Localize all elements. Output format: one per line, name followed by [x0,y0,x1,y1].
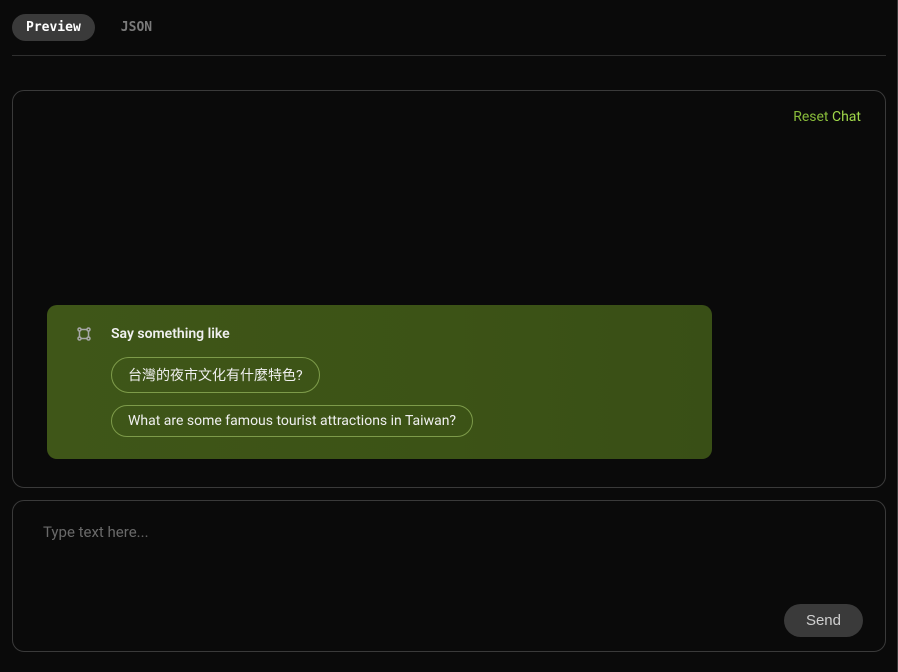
suggestion-title: Say something like [111,326,230,342]
reset-label-part2: Chat [832,109,861,125]
reset-label-part1: Reset [793,109,828,125]
input-panel: Send [12,500,886,652]
message-input[interactable] [43,523,855,603]
nodes-icon [75,325,93,343]
divider [12,55,886,56]
suggestion-chip[interactable]: What are some famous tourist attractions… [111,405,473,437]
send-button[interactable]: Send [784,604,863,637]
suggestion-box: Say something like 台灣的夜市文化有什麼特色? What ar… [47,305,712,459]
reset-chat-button[interactable]: Reset Chat [793,109,861,125]
tab-preview[interactable]: Preview [12,14,95,41]
suggestion-header: Say something like [71,325,688,343]
main-container: Preview JSON Reset Chat Say something [0,0,898,672]
tab-json[interactable]: JSON [107,14,166,41]
tabs: Preview JSON [12,14,886,55]
suggestion-chip[interactable]: 台灣的夜市文化有什麼特色? [111,357,320,393]
chat-panel: Reset Chat Say something like 台灣的夜市文化有什麼… [12,90,886,488]
suggestion-chips: 台灣的夜市文化有什麼特色? What are some famous touri… [111,357,688,437]
